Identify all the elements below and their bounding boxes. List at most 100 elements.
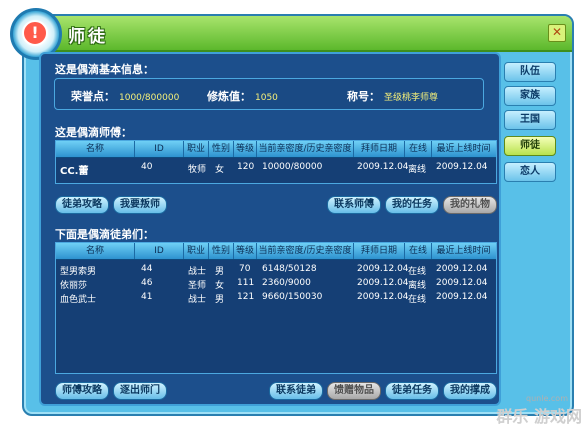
- column-header: 性别: [209, 141, 234, 157]
- master-id: 40: [141, 162, 153, 172]
- column-header: 拜师日期: [354, 141, 405, 157]
- tab-team[interactable]: 队伍: [504, 62, 556, 82]
- disciple-gender: 女: [215, 281, 225, 291]
- master-guide-button[interactable]: 师傅攻略: [55, 382, 109, 400]
- master-online: 离线: [408, 165, 427, 175]
- title-field: 称号： 圣级桃李师尊: [347, 88, 438, 104]
- close-button[interactable]: ✕: [548, 24, 566, 42]
- master-gender: 女: [215, 165, 225, 175]
- disciple-last-online: 2009.12.04: [436, 292, 488, 302]
- my-achievements-button[interactable]: 我的撑成: [443, 382, 497, 400]
- window-title: 师徒: [68, 27, 108, 47]
- disciple-gender: 男: [215, 267, 225, 277]
- tab-lover[interactable]: 恋人: [504, 162, 556, 182]
- watermark-logo: 群乐 游戏网: [496, 407, 582, 426]
- column-header: 职业: [184, 243, 209, 259]
- disciple-job: 圣师: [188, 281, 207, 291]
- gift-items-button[interactable]: 馈赠物品: [327, 382, 381, 400]
- disciple-name: 型男索男: [60, 267, 97, 277]
- disciple-gender: 男: [215, 295, 225, 305]
- disciple-name: 依丽莎: [60, 281, 88, 291]
- alert-icon: !: [22, 20, 48, 46]
- basic-info-box: 荣誉点： 1000/800000 修炼值： 1050 称号： 圣级桃李师尊: [54, 78, 484, 110]
- column-header: ID: [135, 141, 184, 157]
- disciple-tasks-button[interactable]: 徒弟任务: [385, 382, 439, 400]
- tab-kingdom-label: 王国: [520, 114, 540, 125]
- disciple-job: 战士: [188, 295, 207, 305]
- main-panel: 这是偶滴基本信息： 荣誉点： 1000/800000 修炼值： 1050 称号： 圣级…: [39, 52, 501, 406]
- tab-master-apprentice-label: 师徒: [520, 140, 540, 151]
- column-header: 名称: [56, 141, 135, 157]
- apprentice-guide-button[interactable]: 徒弟攻略: [55, 196, 109, 214]
- disciple-intimacy: 6148/50128: [262, 264, 317, 274]
- disciples-heading: 下面是偶滴徒弟们：: [55, 228, 154, 241]
- honor-value: 1000/800000: [119, 93, 180, 103]
- contact-master-button[interactable]: 联系师傅: [327, 196, 381, 214]
- column-header: ID: [135, 243, 184, 259]
- title-bar[interactable]: ! 师徒 ✕: [10, 8, 572, 60]
- my-gifts-button[interactable]: 我的礼物: [443, 196, 497, 214]
- tab-team-label: 队伍: [520, 66, 540, 77]
- master-name: CC.蕾: [60, 166, 89, 177]
- disciple-date: 2009.12.04: [357, 264, 409, 274]
- betray-master-button[interactable]: 我要叛师: [113, 196, 167, 214]
- tab-master-apprentice[interactable]: 师徒: [504, 136, 556, 156]
- column-header: 最近上线时间: [436, 144, 491, 154]
- column-header: 名称: [56, 243, 135, 259]
- column-header: 当前亲密度/历史亲密度: [257, 243, 354, 259]
- tab-lover-label: 恋人: [520, 166, 540, 177]
- disciple-date: 2009.12.04: [357, 278, 409, 288]
- basic-info-heading: 这是偶滴基本信息：: [55, 63, 154, 76]
- column-header: 当前亲密度/历史亲密度: [257, 141, 354, 157]
- disciple-level: 70: [239, 264, 251, 274]
- master-table: 名称 ID 职业 性别 等级 当前亲密度/历史亲密度 拜师日期 在线 最近上线时…: [55, 140, 497, 184]
- disciple-online: 在线: [408, 295, 427, 305]
- master-date: 2009.12.04: [357, 162, 409, 172]
- column-header: 等级: [234, 243, 257, 259]
- cultivation-label: 修炼值：: [207, 90, 251, 103]
- cultivation-field: 修炼值： 1050: [207, 88, 278, 104]
- master-level: 120: [237, 162, 255, 172]
- master-last-online: 2009.12.04: [436, 162, 488, 172]
- contact-disciple-button[interactable]: 联系徒弟: [269, 382, 323, 400]
- disciple-online: 离线: [408, 281, 427, 291]
- title-label: 称号：: [347, 90, 380, 103]
- master-apprentice-window: ! 师徒 ✕ 队伍 家族 王国 师徒 恋人 这是偶滴基本信息： 荣誉点： 1000…: [10, 8, 574, 416]
- column-header: 等级: [234, 141, 257, 157]
- cultivation-value: 1050: [255, 93, 278, 103]
- master-table-header: 名称 ID 职业 性别 等级 当前亲密度/历史亲密度 拜师日期 在线 最近上线时…: [56, 141, 496, 158]
- disciple-id: 41: [141, 292, 153, 302]
- tab-family-label: 家族: [520, 90, 540, 101]
- honor-field: 荣誉点： 1000/800000: [71, 88, 179, 104]
- master-intimacy: 10000/80000: [262, 162, 323, 172]
- my-tasks-button[interactable]: 我的任务: [385, 196, 439, 214]
- disciple-level: 111: [237, 278, 255, 288]
- disciple-last-online: 2009.12.04: [436, 264, 488, 274]
- column-header: 最近上线时间: [436, 246, 491, 256]
- expel-disciple-button[interactable]: 逐出师门: [113, 382, 167, 400]
- column-header: 拜师日期: [354, 243, 405, 259]
- disciples-table-header: 名称 ID 职业 性别 等级 当前亲密度/历史亲密度 拜师日期 在线 最近上线时…: [56, 243, 496, 260]
- column-header: 性别: [209, 243, 234, 259]
- disciple-level: 121: [237, 292, 255, 302]
- tab-kingdom[interactable]: 王国: [504, 110, 556, 130]
- disciple-date: 2009.12.04: [357, 292, 409, 302]
- watermark-site: qunle.com: [526, 394, 568, 403]
- title-value: 圣级桃李师尊: [384, 93, 439, 103]
- master-job: 牧师: [188, 165, 207, 175]
- master-heading: 这是偶滴师傅：: [55, 126, 132, 139]
- column-header: 职业: [184, 141, 209, 157]
- disciple-job: 战士: [188, 267, 207, 277]
- disciple-id: 44: [141, 264, 153, 274]
- tab-family[interactable]: 家族: [504, 86, 556, 106]
- disciple-intimacy: 9660/150030: [262, 292, 323, 302]
- column-header: 在线: [405, 243, 432, 259]
- column-header: 在线: [405, 141, 432, 157]
- honor-label: 荣誉点：: [71, 90, 115, 103]
- disciple-name: 血色武士: [60, 295, 97, 305]
- disciple-last-online: 2009.12.04: [436, 278, 488, 288]
- disciple-online: 在线: [408, 267, 427, 277]
- disciple-intimacy: 2360/9000: [262, 278, 311, 288]
- disciples-table: 名称 ID 职业 性别 等级 当前亲密度/历史亲密度 拜师日期 在线 最近上线时…: [55, 242, 497, 374]
- disciple-id: 46: [141, 278, 153, 288]
